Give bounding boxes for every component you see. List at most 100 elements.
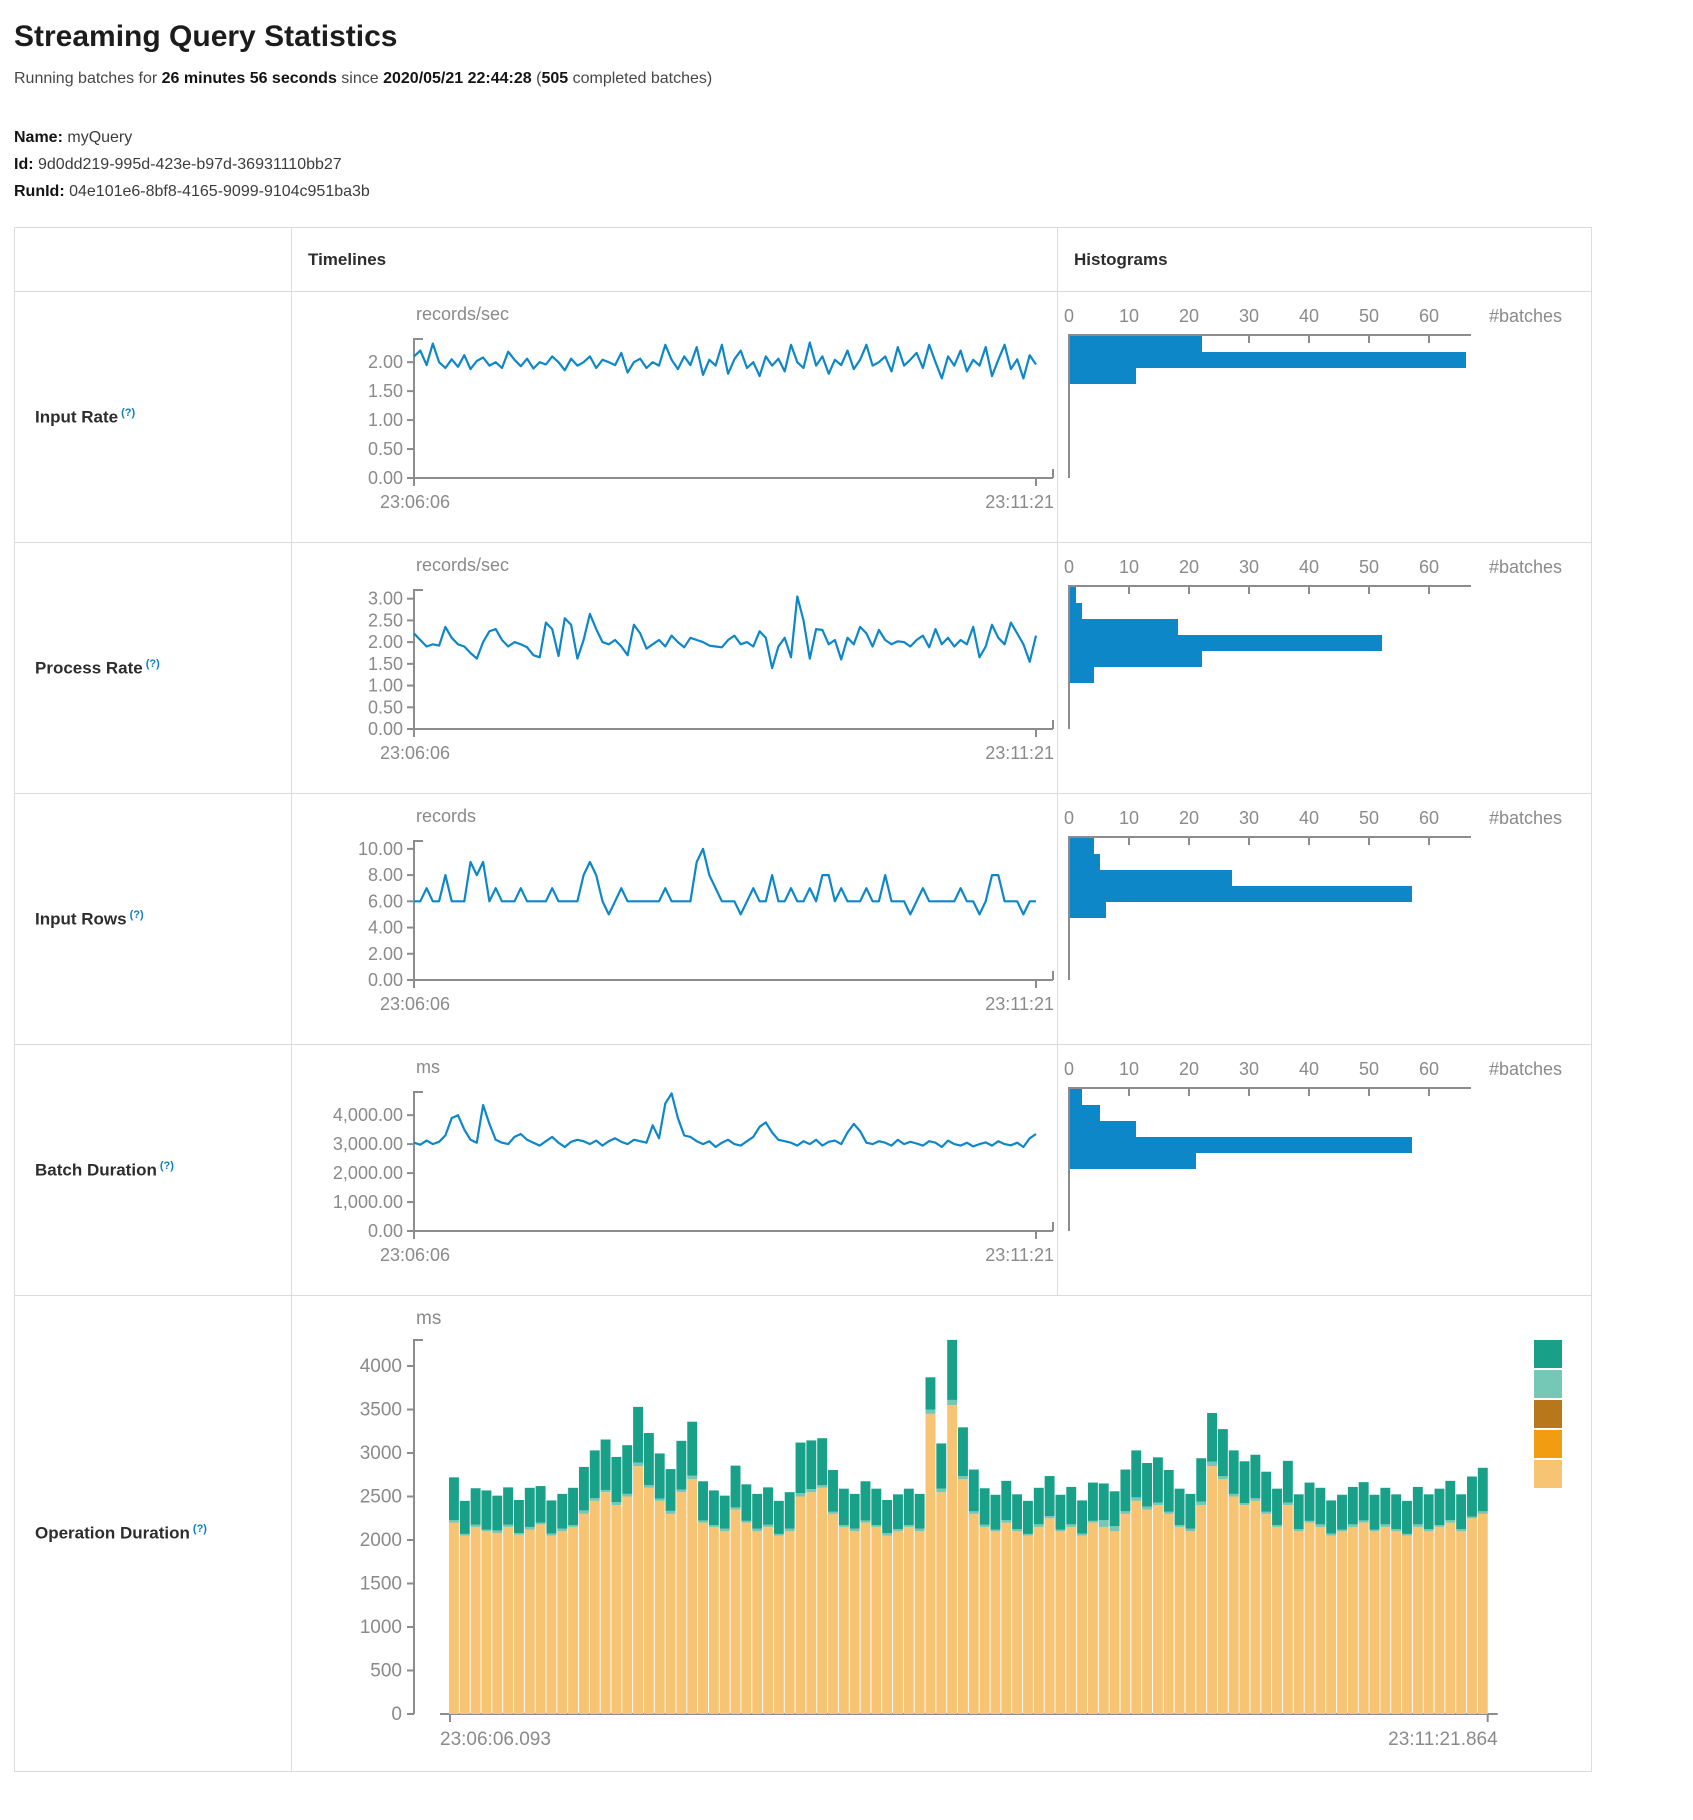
svg-text:4,000.00: 4,000.00 <box>333 1105 403 1125</box>
input-rate-row: Input Rate(?) records/sec 2.00 1.50 1.00 0.5… <box>15 292 1592 543</box>
histogram-bar <box>1070 352 1466 368</box>
legend-swatch-light-orange <box>1534 1460 1562 1488</box>
histogram-bar <box>1070 1121 1136 1137</box>
input-rows-label-cell: Input Rows(?) <box>15 794 292 1045</box>
query-id-label: Id: <box>14 156 34 173</box>
svg-text:10.00: 10.00 <box>358 839 403 859</box>
svg-text:50: 50 <box>1359 306 1379 326</box>
svg-text:1.00: 1.00 <box>368 410 403 430</box>
legend-swatch-orange <box>1534 1430 1562 1458</box>
svg-text:0: 0 <box>1064 808 1074 828</box>
svg-text:23:11:21: 23:11:21 <box>985 743 1054 763</box>
svg-text:3.00: 3.00 <box>368 589 403 609</box>
svg-text:23:11:21: 23:11:21 <box>985 1245 1054 1265</box>
histogram-bar <box>1070 854 1100 870</box>
svg-text:2000: 2000 <box>360 1530 402 1551</box>
svg-text:records/sec: records/sec <box>416 304 509 324</box>
svg-text:10: 10 <box>1119 808 1139 828</box>
streaming-query-statistics-page: Streaming Query Statistics Running batch… <box>0 0 1693 1780</box>
histogram-bar <box>1070 619 1178 635</box>
svg-text:40: 40 <box>1299 306 1319 326</box>
svg-text:30: 30 <box>1239 1059 1259 1079</box>
input-rate-timeline-chart: records/sec2.001.501.000.500.0023:06:062… <box>292 292 1057 542</box>
query-runid-line: RunId: 04e101e6-8bf8-4165-9099-9104c951b… <box>14 178 1679 205</box>
svg-text:records: records <box>416 806 476 826</box>
svg-text:20: 20 <box>1179 808 1199 828</box>
svg-text:50: 50 <box>1359 1059 1379 1079</box>
process-rate-label: Process Rate <box>35 658 143 677</box>
svg-text:1000: 1000 <box>360 1617 402 1638</box>
page-title: Streaming Query Statistics <box>14 20 1679 54</box>
operation-duration-legend <box>1534 1340 1562 1488</box>
operation-duration-help-icon[interactable]: (?) <box>193 1523 207 1535</box>
operation-duration-row: Operation Duration(?) ms4000350030002500… <box>15 1296 1592 1772</box>
svg-text:0: 0 <box>1064 1059 1074 1079</box>
svg-text:1.50: 1.50 <box>368 654 403 674</box>
svg-text:30: 30 <box>1239 306 1259 326</box>
input-rate-help-icon[interactable]: (?) <box>121 407 135 419</box>
svg-text:records/sec: records/sec <box>416 555 509 575</box>
histograms-header: Histograms <box>1058 228 1592 292</box>
svg-text:2.00: 2.00 <box>368 352 403 372</box>
svg-text:3500: 3500 <box>360 1400 402 1421</box>
batch-duration-histogram-chart: 0102030405060#batches <box>1058 1045 1591 1295</box>
svg-text:30: 30 <box>1239 557 1259 577</box>
process-rate-help-icon[interactable]: (?) <box>146 658 160 670</box>
batch-duration-label: Batch Duration <box>35 1160 157 1179</box>
svg-text:10: 10 <box>1119 1059 1139 1079</box>
histogram-bar <box>1070 838 1094 854</box>
empty-header-cell <box>15 228 292 292</box>
svg-text:23:06:06: 23:06:06 <box>380 1245 450 1265</box>
legend-swatch-teal <box>1534 1340 1562 1368</box>
query-name-line: Name: myQuery <box>14 124 1679 151</box>
query-id-value: 9d0dd219-995d-423e-b97d-36931110bb27 <box>38 156 342 173</box>
svg-text:0.00: 0.00 <box>368 1221 403 1241</box>
svg-text:0: 0 <box>1064 306 1074 326</box>
svg-text:10: 10 <box>1119 306 1139 326</box>
svg-text:#batches: #batches <box>1489 808 1562 828</box>
svg-text:3000: 3000 <box>360 1443 402 1464</box>
svg-text:40: 40 <box>1299 808 1319 828</box>
query-id-line: Id: 9d0dd219-995d-423e-b97d-36931110bb27 <box>14 151 1679 178</box>
svg-text:23:11:21: 23:11:21 <box>985 492 1054 512</box>
histogram-bar <box>1070 1137 1412 1153</box>
svg-text:50: 50 <box>1359 808 1379 828</box>
svg-text:0.00: 0.00 <box>368 970 403 990</box>
stacked-bars <box>449 1340 1488 1714</box>
operation-duration-stacked-chart: ms4000350030002500200015001000500023:06:… <box>292 1296 1591 1771</box>
operation-duration-label-cell: Operation Duration(?) <box>15 1296 292 1772</box>
histogram-bar <box>1070 1105 1100 1121</box>
batch-duration-help-icon[interactable]: (?) <box>160 1160 174 1172</box>
timeline-series <box>414 849 1036 915</box>
svg-text:1.00: 1.00 <box>368 676 403 696</box>
running-summary: Running batches for 26 minutes 56 second… <box>14 70 1679 88</box>
input-rate-label: Input Rate <box>35 407 118 426</box>
svg-text:0: 0 <box>1064 557 1074 577</box>
svg-text:0.00: 0.00 <box>368 468 403 488</box>
histogram-bar <box>1070 635 1382 651</box>
timeline-series <box>414 597 1036 669</box>
process-rate-label-cell: Process Rate(?) <box>15 543 292 794</box>
query-meta: Name: myQuery Id: 9d0dd219-995d-423e-b97… <box>14 124 1679 205</box>
input-rows-row: Input Rows(?) records10.008.006.004.002.… <box>15 794 1592 1045</box>
process-rate-timeline-chart: records/sec3.002.502.001.501.000.500.002… <box>292 543 1057 793</box>
svg-text:60: 60 <box>1419 1059 1439 1079</box>
query-name-value: myQuery <box>67 129 132 146</box>
svg-text:4000: 4000 <box>360 1356 402 1377</box>
svg-text:60: 60 <box>1419 808 1439 828</box>
svg-text:1.50: 1.50 <box>368 381 403 401</box>
svg-text:#batches: #batches <box>1489 1059 1562 1079</box>
running-duration: 26 minutes 56 seconds <box>162 70 337 87</box>
svg-text:23:11:21: 23:11:21 <box>985 994 1054 1014</box>
input-rows-help-icon[interactable]: (?) <box>130 909 144 921</box>
histogram-bar <box>1070 886 1412 902</box>
statistics-table: Timelines Histograms Input Rate(?) recor… <box>14 227 1592 1772</box>
svg-text:1500: 1500 <box>360 1574 402 1595</box>
legend-swatch-brown <box>1534 1400 1562 1428</box>
input-rows-timeline-chart: records10.008.006.004.002.000.0023:06:06… <box>292 794 1057 1044</box>
input-rows-histogram-chart: 0102030405060#batches <box>1058 794 1591 1044</box>
svg-text:1,000.00: 1,000.00 <box>333 1192 403 1212</box>
table-header-row: Timelines Histograms <box>15 228 1592 292</box>
svg-text:20: 20 <box>1179 1059 1199 1079</box>
svg-text:0.50: 0.50 <box>368 439 403 459</box>
